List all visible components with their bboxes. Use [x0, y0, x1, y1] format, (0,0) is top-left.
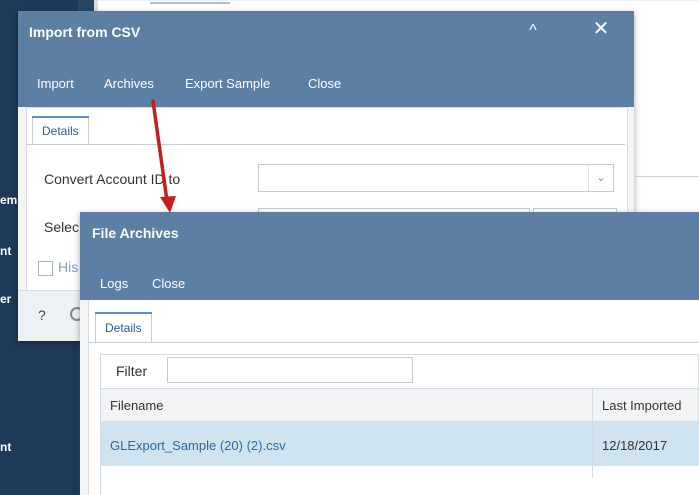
dialog-title: File Archives — [92, 225, 179, 241]
dialog-title: Import from CSV — [29, 24, 141, 40]
sidebar-item-fragment[interactable]: nt — [0, 440, 11, 454]
file-archives-dialog: File Archives Logs Close Details Filter … — [80, 212, 699, 495]
column-divider — [592, 388, 593, 478]
column-header-last-imported[interactable]: Last Imported — [602, 398, 682, 413]
menu-close[interactable]: Close — [308, 76, 341, 91]
menu-logs[interactable]: Logs — [100, 276, 128, 291]
tab-divider — [89, 342, 699, 343]
convert-account-label: Convert Account ID to — [44, 171, 181, 187]
app-top-link-fragment — [150, 2, 230, 4]
column-header-filename[interactable]: Filename — [110, 398, 163, 413]
filter-label: Filter — [116, 363, 148, 379]
close-icon[interactable]: ✕ — [591, 19, 611, 39]
history-checkbox[interactable] — [38, 261, 53, 276]
cell-filename[interactable]: GLExport_Sample (20) (2).csv — [110, 438, 286, 453]
dialog-header: Import from CSV ^ ✕ Import Archives Expo… — [18, 11, 634, 107]
sidebar-item-fragment[interactable]: em — [0, 193, 17, 207]
cell-last-imported: 12/18/2017 — [602, 438, 668, 453]
chevron-down-icon[interactable]: ⌄ — [588, 165, 613, 191]
tab-details[interactable]: Details — [95, 312, 152, 342]
chevron-up-icon[interactable]: ^ — [524, 22, 542, 40]
sidebar-item-fragment[interactable]: er — [0, 292, 11, 306]
select-file-label: Selec — [44, 219, 80, 235]
app-content-divider — [636, 176, 699, 177]
menu-archives[interactable]: Archives — [104, 76, 154, 91]
app-top-border — [98, 0, 699, 1]
dialog-header: File Archives Logs Close — [80, 212, 699, 300]
tab-details[interactable]: Details — [32, 116, 89, 144]
tab-divider — [27, 144, 625, 145]
help-icon[interactable]: ? — [38, 307, 46, 323]
sidebar-item-fragment[interactable]: nt — [0, 244, 11, 258]
convert-account-dropdown[interactable]: ⌄ — [258, 164, 614, 192]
grid-border — [100, 466, 101, 495]
menu-import[interactable]: Import — [37, 76, 74, 91]
menu-close[interactable]: Close — [152, 276, 185, 291]
menu-export-sample[interactable]: Export Sample — [185, 76, 270, 91]
filter-input[interactable] — [167, 357, 413, 383]
history-label: His — [58, 259, 79, 275]
